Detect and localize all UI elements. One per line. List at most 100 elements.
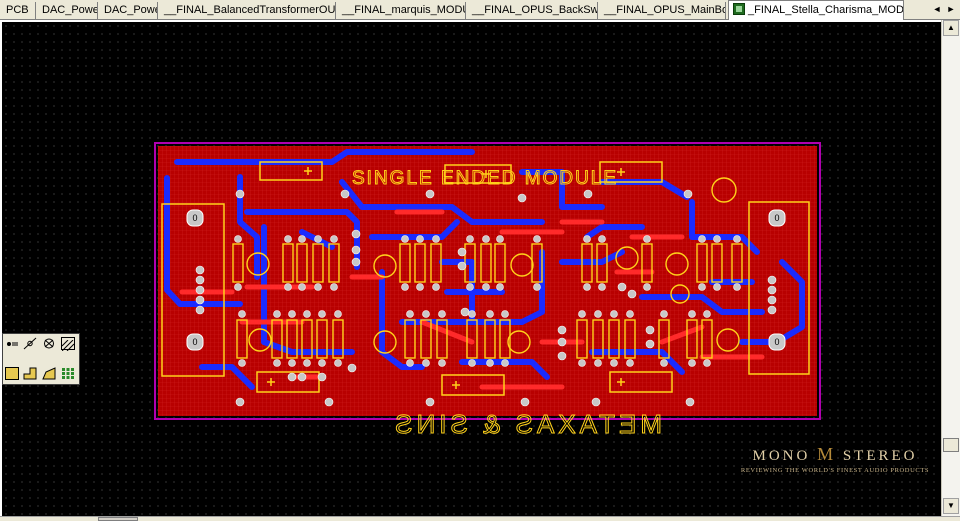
pad (496, 283, 504, 291)
via (645, 339, 655, 349)
pad (578, 359, 586, 367)
tab-opus-mainboard[interactable]: __FINAL_OPUS_MainBoard (600, 2, 726, 19)
via (457, 247, 467, 257)
mounting-hole-label: 0 (192, 337, 197, 347)
via (457, 261, 467, 271)
pad (496, 235, 504, 243)
pad (486, 359, 494, 367)
pad (314, 283, 322, 291)
via (425, 189, 435, 199)
scrollbar-thumb[interactable] (98, 517, 138, 521)
watermark-logo: MONO M STEREO (730, 444, 940, 465)
via (767, 305, 777, 315)
via (425, 397, 435, 407)
pad (698, 235, 706, 243)
pad (626, 359, 634, 367)
horizontal-scrollbar[interactable] (0, 516, 960, 521)
tab-stella-charisma-module[interactable]: _FINAL_Stella_Charisma_MODULE (728, 0, 904, 20)
place-shape-icon[interactable] (42, 367, 56, 380)
pad (610, 359, 618, 367)
via (195, 295, 205, 305)
pad (401, 235, 409, 243)
scroll-down-button[interactable]: ▼ (943, 498, 959, 514)
pad (703, 310, 711, 318)
pad (318, 310, 326, 318)
tab-balanced-transformer-output[interactable]: __FINAL_BalancedTransformerOUTPUT (160, 2, 336, 19)
tab-dac-power-1[interactable]: DAC_Power (38, 2, 98, 19)
tab-label: PCB (6, 4, 29, 16)
pad (482, 235, 490, 243)
pad (598, 235, 606, 243)
pad (468, 359, 476, 367)
via (683, 189, 693, 199)
via (297, 372, 307, 382)
tab-label: __FINAL_OPUS_MainBoard (604, 4, 725, 16)
logo-monogram: M (817, 444, 837, 464)
pad (416, 283, 424, 291)
place-polygon-icon[interactable] (23, 367, 37, 380)
pad (643, 235, 651, 243)
pad (303, 310, 311, 318)
hatch-fill-icon[interactable] (61, 337, 75, 352)
via (347, 363, 357, 373)
pad (401, 283, 409, 291)
via (324, 397, 334, 407)
pad (406, 310, 414, 318)
via (340, 189, 350, 199)
document-tab-bar: PCB DAC_Power DAC_Power __FINAL_Balanced… (0, 0, 960, 20)
pad (688, 359, 696, 367)
drawing-toolbox[interactable] (2, 333, 80, 385)
scroll-up-button[interactable]: ▲ (943, 20, 959, 36)
tab-opus-backswitch[interactable]: __FINAL_OPUS_BackSwitch (468, 2, 598, 19)
tab-scroll-right-button[interactable]: ► (944, 2, 958, 17)
place-pad-icon[interactable] (5, 337, 19, 350)
via (645, 325, 655, 335)
mounting-hole-label: 0 (774, 337, 779, 347)
pad (583, 235, 591, 243)
pad (438, 310, 446, 318)
pad (733, 283, 741, 291)
pad (594, 310, 602, 318)
pad (594, 359, 602, 367)
no-connect-icon[interactable] (42, 337, 56, 350)
tab-marquis-module[interactable]: __FINAL_marquis_MODULE (338, 2, 466, 19)
via (195, 305, 205, 315)
pad-array-icon[interactable] (61, 367, 75, 380)
via (287, 372, 297, 382)
pad (422, 359, 430, 367)
via (557, 337, 567, 347)
pad (432, 235, 440, 243)
pad (610, 310, 618, 318)
pad (334, 310, 342, 318)
pad (660, 359, 668, 367)
pad (533, 283, 541, 291)
silkscreen-title: SINGLE ENDED MODULE (352, 168, 618, 189)
place-square-icon[interactable] (5, 367, 19, 380)
via (351, 229, 361, 239)
via (351, 257, 361, 267)
via (591, 397, 601, 407)
pad (318, 359, 326, 367)
vertical-scrollbar[interactable]: ▲ ▼ (941, 20, 960, 516)
pad (298, 235, 306, 243)
silkscreen-credit-mirrored: METAXAS & SINS (391, 409, 662, 439)
via (767, 295, 777, 305)
scrollbar-thumb[interactable] (943, 438, 959, 452)
pcb-editor-canvas[interactable]: SINGLE ENDED MODULE METAXAS & SINS 0 0 0… (0, 20, 941, 516)
pad (482, 283, 490, 291)
pad (422, 310, 430, 318)
place-via-icon[interactable] (23, 337, 37, 350)
tab-label: DAC_Power (42, 4, 98, 16)
tab-dac-power-2[interactable]: DAC_Power (100, 2, 158, 19)
mounting-hole-label: 0 (774, 213, 779, 223)
pad (598, 283, 606, 291)
pcb-board[interactable]: SINGLE ENDED MODULE METAXAS & SINS 0 0 0… (2, 22, 941, 516)
tab-pcb[interactable]: PCB (2, 2, 36, 19)
pad (284, 235, 292, 243)
pad (406, 359, 414, 367)
via (685, 397, 695, 407)
watermark-tagline: REVIEWING THE WORLD'S FINEST AUDIO PRODU… (740, 467, 930, 474)
pad (234, 283, 242, 291)
pad (273, 359, 281, 367)
tab-scroll-left-button[interactable]: ◄ (930, 2, 944, 17)
